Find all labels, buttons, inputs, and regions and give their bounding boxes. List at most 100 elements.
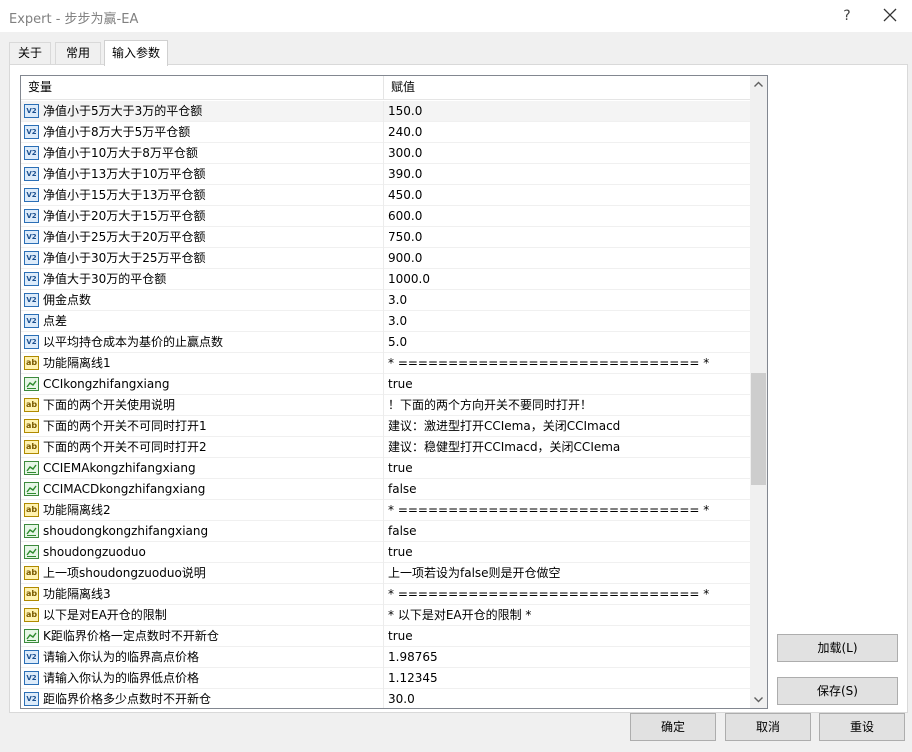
param-name: CCIEMAkongzhifangxiang <box>43 461 196 475</box>
cell-separator <box>383 584 384 605</box>
param-name: 佣金点数 <box>43 293 92 307</box>
param-name: 净值小于20万大于15万平仓额 <box>43 209 206 223</box>
param-value[interactable]: * 以下是对EA开仓的限制 * <box>388 605 531 625</box>
table-row[interactable]: CCIkongzhifangxiang true <box>21 374 750 395</box>
table-row[interactable]: ab 功能隔离线1 * ==============================… <box>21 353 750 374</box>
table-row[interactable]: ab 以下是对EA开仓的限制 * 以下是对EA开仓的限制 * <box>21 605 750 626</box>
vertical-scrollbar[interactable] <box>750 76 767 708</box>
param-value[interactable]: 600.0 <box>388 206 422 226</box>
load-button[interactable]: 加载(L) <box>777 634 898 662</box>
table-row[interactable]: V2 净值小于5万大于3万的平仓额 150.0 <box>21 101 750 122</box>
string-param-icon: ab <box>24 608 39 622</box>
table-row[interactable]: V2 净值小于20万大于15万平仓额 600.0 <box>21 206 750 227</box>
param-value[interactable]: true <box>388 542 413 562</box>
grid-rows: V2 净值小于5万大于3万的平仓额 150.0 V2 净值小于8万大于5万平仓额 240.… <box>21 101 750 708</box>
param-name: K距临界价格一定点数时不开新仓 <box>43 629 219 643</box>
table-row[interactable]: V2 净值小于15万大于13万平仓额 450.0 <box>21 185 750 206</box>
param-name: 距临界价格多少点数时不开新仓 <box>43 692 212 706</box>
param-value[interactable]: 5.0 <box>388 332 407 352</box>
cell-separator <box>383 185 384 206</box>
param-value[interactable]: true <box>388 458 413 478</box>
param-value[interactable]: * ============================== * <box>388 353 709 373</box>
table-row[interactable]: V2 净值小于8万大于5万平仓额 240.0 <box>21 122 750 143</box>
save-button[interactable]: 保存(S) <box>777 677 898 705</box>
param-value[interactable]: 30.0 <box>388 689 415 708</box>
table-row[interactable]: CCIEMAkongzhifangxiang true <box>21 458 750 479</box>
chevron-up-icon <box>754 81 763 87</box>
param-value[interactable]: true <box>388 374 413 394</box>
cell-separator <box>383 143 384 164</box>
bool-param-icon <box>24 629 39 643</box>
param-value[interactable]: 390.0 <box>388 164 422 184</box>
param-value[interactable]: 建议：激进型打开CCIema，关闭CCImacd <box>388 416 620 436</box>
tab-about[interactable]: 关于 <box>9 42 51 64</box>
reset-button[interactable]: 重设 <box>819 713 905 741</box>
scrollbar-thumb[interactable] <box>751 373 766 485</box>
table-row[interactable]: ab 上一项shoudongzuoduo说明 上一项若设为false则是开仓做空 <box>21 563 750 584</box>
param-value[interactable]: 上一项若设为false则是开仓做空 <box>388 563 561 583</box>
table-row[interactable]: V2 净值大于30万的平仓额 1000.0 <box>21 269 750 290</box>
scroll-down-button[interactable] <box>750 691 767 708</box>
param-value[interactable]: 750.0 <box>388 227 422 247</box>
double-param-icon: V2 <box>24 188 39 202</box>
table-row[interactable]: ab 下面的两个开关使用说明 ！下面的两个方向开关不要同时打开！ <box>21 395 750 416</box>
table-row[interactable]: shoudongkongzhifangxiang false <box>21 521 750 542</box>
param-value[interactable]: false <box>388 479 417 499</box>
table-row[interactable]: V2 请输入你认为的临界低点价格 1.12345 <box>21 668 750 689</box>
table-row[interactable]: shoudongzuoduo true <box>21 542 750 563</box>
param-name: shoudongkongzhifangxiang <box>43 524 209 538</box>
param-value[interactable]: 150.0 <box>388 101 422 121</box>
column-header-variable[interactable]: 变量 <box>21 76 52 100</box>
help-button[interactable]: ? <box>836 4 858 28</box>
cell-separator <box>383 626 384 647</box>
table-row[interactable]: ab 功能隔离线2 * ==============================… <box>21 500 750 521</box>
param-value[interactable]: 1.12345 <box>388 668 438 688</box>
param-value[interactable]: 450.0 <box>388 185 422 205</box>
string-param-icon: ab <box>24 587 39 601</box>
param-value[interactable]: 300.0 <box>388 143 422 163</box>
table-row[interactable]: V2 净值小于10万大于8万平仓额 300.0 <box>21 143 750 164</box>
table-row[interactable]: K距临界价格一定点数时不开新仓 true <box>21 626 750 647</box>
tab-inputs[interactable]: 输入参数 <box>104 40 168 66</box>
param-value[interactable]: 900.0 <box>388 248 422 268</box>
cancel-button[interactable]: 取消 <box>725 713 811 741</box>
table-row[interactable]: V2 净值小于30万大于25万平仓额 900.0 <box>21 248 750 269</box>
param-name: 净值小于5万大于3万的平仓额 <box>43 104 203 118</box>
param-value[interactable]: 1.98765 <box>388 647 438 667</box>
param-name: 净值小于10万大于8万平仓额 <box>43 146 198 160</box>
param-name: 点差 <box>43 314 68 328</box>
param-value[interactable]: 240.0 <box>388 122 422 142</box>
table-row[interactable]: V2 距临界价格多少点数时不开新仓 30.0 <box>21 689 750 708</box>
param-value[interactable]: 3.0 <box>388 311 407 331</box>
table-row[interactable]: V2 净值小于13万大于10万平仓额 390.0 <box>21 164 750 185</box>
string-param-icon: ab <box>24 356 39 370</box>
table-row[interactable]: ab 功能隔离线3 * ==============================… <box>21 584 750 605</box>
param-value[interactable]: 1000.0 <box>388 269 430 289</box>
cell-separator <box>383 458 384 479</box>
ok-button[interactable]: 确定 <box>630 713 716 741</box>
column-header-value[interactable]: 赋值 <box>384 76 415 100</box>
table-row[interactable]: ab 下面的两个开关不可同时打开2 建议：稳健型打开CCImacd，关闭CCIema <box>21 437 750 458</box>
table-row[interactable]: V2 点差 3.0 <box>21 311 750 332</box>
param-name: 请输入你认为的临界低点价格 <box>43 671 200 685</box>
param-name: 下面的两个开关不可同时打开2 <box>43 440 207 454</box>
scroll-up-button[interactable] <box>750 76 767 93</box>
table-row[interactable]: ab 下面的两个开关不可同时打开1 建议：激进型打开CCIema，关闭CCImacd <box>21 416 750 437</box>
table-row[interactable]: CCIMACDkongzhifangxiang false <box>21 479 750 500</box>
param-value[interactable]: * ============================== * <box>388 584 709 604</box>
table-row[interactable]: V2 净值小于25万大于20万平仓额 750.0 <box>21 227 750 248</box>
param-value[interactable]: ！下面的两个方向开关不要同时打开！ <box>388 395 592 415</box>
cell-separator <box>383 521 384 542</box>
param-value[interactable]: * ============================== * <box>388 500 709 520</box>
param-value[interactable]: true <box>388 626 413 646</box>
param-name: 上一项shoudongzuoduo说明 <box>43 566 206 580</box>
tab-common[interactable]: 常用 <box>55 42 101 64</box>
table-row[interactable]: V2 佣金点数 3.0 <box>21 290 750 311</box>
param-name: 以平均持仓成本为基价的止赢点数 <box>43 335 224 349</box>
param-value[interactable]: 建议：稳健型打开CCImacd，关闭CCIema <box>388 437 620 457</box>
param-value[interactable]: false <box>388 521 417 541</box>
table-row[interactable]: V2 以平均持仓成本为基价的止赢点数 5.0 <box>21 332 750 353</box>
table-row[interactable]: V2 请输入你认为的临界高点价格 1.98765 <box>21 647 750 668</box>
close-button[interactable] <box>876 4 904 28</box>
param-value[interactable]: 3.0 <box>388 290 407 310</box>
